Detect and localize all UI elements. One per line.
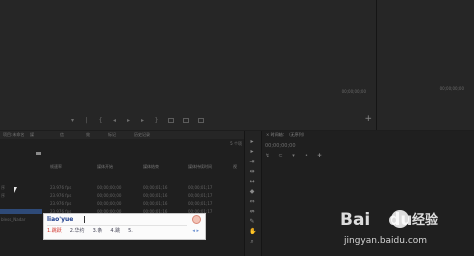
table-cell: 00;00;01;17 bbox=[188, 193, 213, 198]
table-cell: 23.976 fps bbox=[50, 193, 72, 198]
column-header[interactable]: 视 bbox=[233, 164, 237, 169]
selection-tool-icon[interactable]: ▸ bbox=[249, 139, 255, 145]
overwrite-icon[interactable] bbox=[183, 117, 189, 123]
zoom-tool-icon[interactable]: ⌕ bbox=[249, 239, 255, 245]
mark-in-icon[interactable]: ▾ bbox=[70, 117, 75, 123]
play-icon[interactable]: ▸ bbox=[126, 117, 131, 123]
linked-selection-icon[interactable]: ⊂ bbox=[278, 154, 283, 159]
table-cell: 00;00;01;16 bbox=[143, 185, 168, 190]
column-header[interactable]: 帧速率 bbox=[50, 164, 62, 169]
row-label: bless_Nadar bbox=[1, 217, 26, 222]
table-row[interactable]: 序 23.976 fps 00;00;00;00 00;00;01;16 00;… bbox=[0, 185, 244, 191]
table-cell: 00;00;01;17 bbox=[188, 185, 213, 190]
table-cell: 00;00;01;16 bbox=[143, 201, 168, 206]
text-caret bbox=[84, 216, 85, 223]
column-headers: 帧速率 媒体开始 媒体结束 媒体持续时间 视 bbox=[0, 164, 244, 170]
table-cell: 23.976 fps bbox=[50, 185, 72, 190]
slide-tool-icon[interactable]: ⇎ bbox=[249, 209, 255, 215]
baidu-paw-icon bbox=[391, 210, 409, 228]
tab-effects[interactable]: 效 bbox=[86, 132, 90, 137]
ime-pinyin-input: liao'yue bbox=[47, 216, 74, 223]
go-to-out-icon[interactable]: } bbox=[154, 117, 159, 123]
tab-project[interactable]: 项目:未命名 bbox=[3, 132, 24, 137]
export-frame-icon[interactable] bbox=[198, 117, 204, 123]
program-timecode: 00;00;00;00 bbox=[439, 86, 464, 91]
source-monitor[interactable]: 00;00;00;00 ▾ | { ◂ ▸ ▸ } + bbox=[0, 0, 376, 130]
mouse-cursor-icon bbox=[14, 187, 17, 193]
step-forward-icon[interactable]: ▸ bbox=[140, 117, 145, 123]
tab-info[interactable]: 信 bbox=[60, 132, 64, 137]
ime-candidate[interactable]: 5. bbox=[128, 227, 133, 235]
ime-candidate[interactable]: 1.跳跃 bbox=[47, 227, 62, 235]
project-subheader: 5 个项 bbox=[0, 140, 244, 148]
baidu-logo-text: Bai bbox=[340, 210, 371, 230]
step-back-icon[interactable]: ◂ bbox=[112, 117, 117, 123]
table-row[interactable]: 23.976 fps 00;00;00;00 00;00;01;16 00;00… bbox=[0, 201, 244, 207]
table-cell: 23.976 fps bbox=[50, 201, 72, 206]
add-button[interactable]: + bbox=[364, 115, 372, 124]
column-header[interactable]: 媒体结束 bbox=[143, 164, 159, 169]
ime-divider bbox=[47, 225, 187, 226]
track-select-tool-icon[interactable]: ▸ bbox=[249, 149, 255, 155]
table-cell: 00;00;00;00 bbox=[97, 193, 122, 198]
item-count: 5 个项 bbox=[230, 141, 242, 146]
jingyan-url: jingyan.baidu.com bbox=[344, 236, 428, 246]
jingyan-text: 经验 bbox=[412, 213, 439, 228]
rate-stretch-tool-icon[interactable]: ↔ bbox=[249, 179, 255, 185]
go-to-in-icon[interactable]: { bbox=[98, 117, 103, 123]
hand-tool-icon[interactable]: ✋ bbox=[249, 229, 256, 235]
column-header[interactable]: 媒体开始 bbox=[97, 164, 113, 169]
ime-candidate[interactable]: 2.华约 bbox=[70, 227, 85, 235]
snap-icon[interactable]: ↯ bbox=[265, 154, 270, 159]
row-label: 序 bbox=[1, 193, 5, 198]
add-marker-icon[interactable]: ▾ bbox=[291, 154, 296, 159]
tab-history[interactable]: 历史记录 bbox=[134, 132, 150, 137]
ime-candidate[interactable]: 4.跳 bbox=[110, 227, 120, 235]
wrench-icon[interactable]: ✚ bbox=[317, 154, 322, 159]
source-timecode: 00;00;00;00 bbox=[341, 89, 366, 94]
table-cell: 00;00;00;00 bbox=[97, 201, 122, 206]
tab-markers[interactable]: 标记 bbox=[108, 132, 116, 137]
ime-page-arrows-icon[interactable]: ◂ ▸ bbox=[192, 228, 199, 234]
tools-panel: ▸ ▸ ⇥ ⇹ ↔ ◆ ⇔ ⇎ ✎ ✋ ⌕ bbox=[245, 131, 261, 256]
ime-candidate[interactable]: 3.条 bbox=[93, 227, 103, 235]
insert-icon[interactable] bbox=[168, 117, 174, 123]
tab-media-browser[interactable]: 媒 bbox=[30, 132, 34, 137]
slip-tool-icon[interactable]: ⇔ bbox=[249, 199, 255, 205]
tab-timeline[interactable]: × 时间轴：（无序列） bbox=[266, 132, 307, 137]
rolling-edit-tool-icon[interactable]: ⇹ bbox=[249, 169, 255, 175]
ripple-edit-tool-icon[interactable]: ⇥ bbox=[249, 159, 255, 165]
table-cell: 00;00;00;00 bbox=[97, 185, 122, 190]
ime-candidate-list: 1.跳跃 2.华约 3.条 4.跳 5. bbox=[47, 227, 133, 235]
mark-out-icon[interactable]: | bbox=[84, 117, 89, 123]
razor-tool-icon[interactable]: ◆ bbox=[249, 189, 255, 195]
table-cell: 00;00;01;17 bbox=[188, 201, 213, 206]
ime-candidate-window[interactable]: liao'yue 1.跳跃 2.华约 3.条 4.跳 5. ◂ ▸ bbox=[43, 213, 206, 240]
table-row[interactable]: 序 23.976 fps 00;00;00;00 00;00;01;16 00;… bbox=[0, 193, 244, 199]
column-header[interactable]: 媒体持续时间 bbox=[188, 164, 212, 169]
source-transport-controls: ▾ | { ◂ ▸ ▸ } bbox=[70, 116, 320, 124]
table-cell: 00;00;01;16 bbox=[143, 193, 168, 198]
row-label: 序 bbox=[1, 185, 5, 190]
program-monitor[interactable]: 00;00;00;00 bbox=[377, 0, 474, 130]
baidu-jingyan-watermark: Baidu 经验 jingyan.baidu.com bbox=[340, 209, 466, 253]
project-tab-bar: 项目:未命名 媒 信 效 标记 历史记录 bbox=[0, 131, 244, 139]
pen-tool-icon[interactable]: ✎ bbox=[249, 219, 255, 225]
ime-mascot-icon bbox=[192, 215, 201, 224]
folder-icon[interactable] bbox=[36, 152, 41, 155]
timeline-toolbar: ↯ ⊂ ▾ • ✚ bbox=[265, 154, 322, 159]
timeline-timecode[interactable]: 00;00;00;00 bbox=[265, 143, 296, 149]
settings-icon[interactable]: • bbox=[304, 154, 309, 159]
